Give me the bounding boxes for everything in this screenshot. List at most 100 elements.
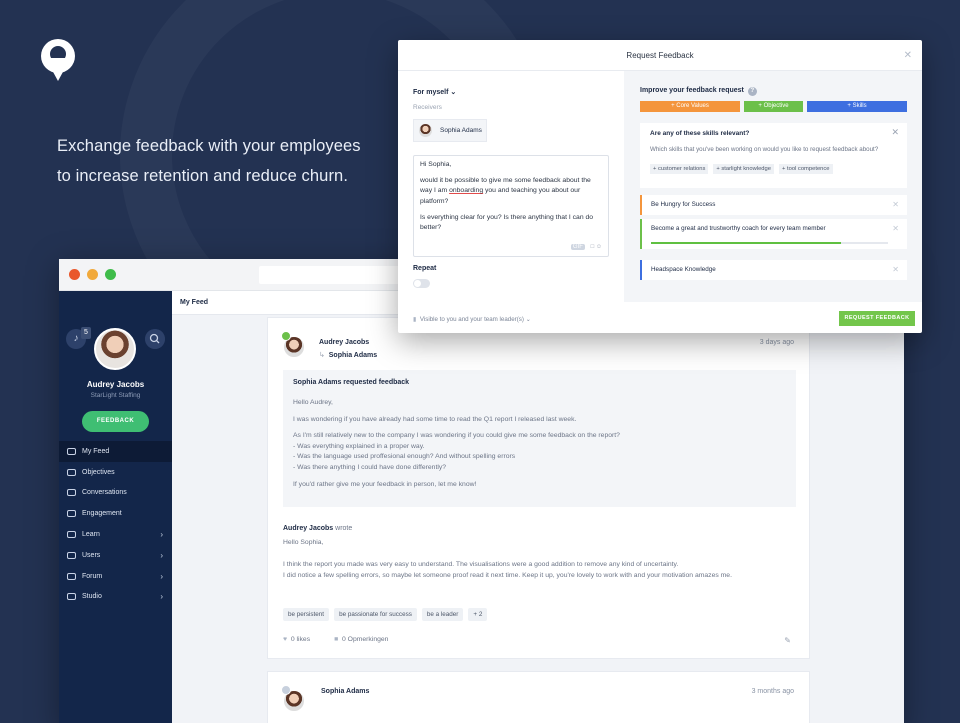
sidebar-nav: My Feed Objectives Conversations Engagement… <box>59 441 172 607</box>
feedback-button[interactable]: FEEDBACK <box>82 411 149 432</box>
help-icon[interactable]: ? <box>747 87 757 96</box>
conversations-icon <box>67 489 76 497</box>
sidebar-item-learn[interactable]: Learn › <box>59 524 172 545</box>
category-label: Skills <box>852 103 867 109</box>
skill-tag[interactable]: + customer relations <box>650 164 709 174</box>
emoji-icon[interactable]: ☺ <box>596 244 602 250</box>
goal-item[interactable]: Be Hungry for Success ✕ <box>640 195 907 215</box>
message-paragraph: would it be possible to give me some fee… <box>420 177 591 205</box>
page-title: My Feed <box>180 299 209 306</box>
comment-icon: ■ <box>334 636 339 643</box>
sidebar-item-label: Objectives <box>82 468 115 476</box>
reply-body: Hello Sophia, I think the report you mad… <box>283 537 793 581</box>
likes-count: 0 likes <box>290 636 311 643</box>
post-actions: ♥ 0 likes ■ 0 Opmerkingen <box>283 636 388 643</box>
feed-icon <box>67 447 76 455</box>
attach-icon[interactable]: □ <box>591 244 595 250</box>
sidebar-item-label: Conversations <box>82 489 127 497</box>
close-icon[interactable]: ✕ <box>892 260 899 280</box>
goal-label: Become a great and trustworthy coach for… <box>651 225 826 232</box>
improve-title: Improve your feedback request? <box>640 87 757 96</box>
post-author[interactable]: Sophia Adams <box>321 688 369 695</box>
skill-tags: + customer relations + starlight knowled… <box>650 164 833 174</box>
request-title: Sophia Adams requested feedback <box>293 379 410 386</box>
heart-icon: ♥ <box>283 636 288 643</box>
value-tag[interactable]: be passionate for success <box>334 608 417 621</box>
maximize-window-button[interactable] <box>105 269 116 280</box>
request-line: I was wondering if you have already had … <box>293 415 577 423</box>
visibility-text: Visible to you and your team leader(s) <box>419 316 524 323</box>
improve-panel: Improve your feedback request? + Core Va… <box>624 71 922 302</box>
close-icon[interactable]: ✕ <box>904 40 912 71</box>
misspelled-word: onboarding <box>449 187 484 195</box>
close-icon[interactable]: ✕ <box>892 195 899 215</box>
feedback-request-box: Sophia Adams requested feedback Hello Au… <box>283 370 796 507</box>
feed-post: Sophia Adams 3 months ago <box>267 671 810 723</box>
chevron-right-icon: › <box>160 550 163 560</box>
close-window-button[interactable] <box>69 269 80 280</box>
chevron-right-icon: › <box>160 530 163 540</box>
chevron-right-icon: › <box>160 592 163 602</box>
company-name: StarLight Staffing <box>90 392 141 399</box>
repeat-label: Repeat <box>413 265 437 272</box>
reply-author[interactable]: Audrey Jacobs <box>283 525 333 532</box>
user-avatar[interactable] <box>94 328 136 370</box>
sidebar-item-objectives[interactable]: Objectives <box>59 462 172 483</box>
gif-button[interactable]: GIF <box>570 243 585 250</box>
close-icon[interactable]: ✕ <box>891 127 899 138</box>
edit-icon[interactable]: ✎ <box>784 636 791 645</box>
sidebar-item-conversations[interactable]: Conversations <box>59 483 172 504</box>
request-greeting: Hello Audrey, <box>293 399 333 406</box>
minimize-window-button[interactable] <box>87 269 98 280</box>
message-textarea[interactable]: Hi Sophia, would it be possible to give … <box>413 155 609 257</box>
post-date: 3 days ago <box>759 339 794 346</box>
category-button-core-values[interactable]: + Core Values <box>640 101 740 112</box>
category-button-skills[interactable]: + Skills <box>807 101 907 112</box>
sidebar-item-studio[interactable]: Studio › <box>59 587 172 608</box>
repeat-toggle[interactable] <box>413 279 430 288</box>
goal-item[interactable]: Become a great and trustworthy coach for… <box>640 219 907 249</box>
target-icon <box>67 468 76 476</box>
hero-line-1: Exchange feedback with your employees <box>57 137 361 155</box>
like-button[interactable]: ♥ 0 likes <box>283 636 310 643</box>
modal-title: Request Feedback <box>626 51 694 60</box>
search-icon[interactable] <box>145 329 165 349</box>
visibility-dropdown[interactable]: ▮ Visible to you and your team leader(s)… <box>413 316 531 323</box>
value-tag[interactable]: be persistent <box>283 608 330 621</box>
sidebar-item-my-feed[interactable]: My Feed <box>59 441 172 462</box>
more-tags[interactable]: + 2 <box>468 608 488 621</box>
category-button-objective[interactable]: + Objective <box>744 101 803 112</box>
improve-title-text: Improve your feedback request <box>640 87 744 94</box>
sidebar-item-forum[interactable]: Forum › <box>59 566 172 587</box>
request-line: - Was there anything I could have done d… <box>293 463 447 471</box>
hero-line-2: to increase retention and reduce churn. <box>57 167 348 185</box>
for-myself-label: For myself <box>413 89 449 96</box>
sidebar-item-label: Engagement <box>82 510 122 518</box>
for-myself-dropdown[interactable]: For myself ⌄ <box>413 88 456 96</box>
receiver-chip[interactable]: Sophia Adams <box>413 119 487 142</box>
close-icon[interactable]: ✕ <box>892 219 899 239</box>
feedback-pin-icon <box>281 685 291 695</box>
sidebar-item-users[interactable]: Users › <box>59 545 172 566</box>
skills-question: Are any of these skills relevant? <box>650 130 750 137</box>
sidebar-item-label: Learn <box>82 531 100 539</box>
post-date: 3 months ago <box>751 688 794 695</box>
goal-item[interactable]: Headspace Knowledge ✕ <box>640 260 907 280</box>
post-receiver-name: Sophia Adams <box>328 352 378 359</box>
forum-icon <box>67 572 76 580</box>
skill-tag[interactable]: + starlight knowledge <box>713 164 774 174</box>
skill-tag[interactable]: + tool competence <box>778 164 833 174</box>
post-receiver[interactable]: ↳ Sophia Adams <box>319 351 377 359</box>
reply-line: I think the report you made was very eas… <box>283 561 679 568</box>
request-feedback-button[interactable]: REQUEST FEEDBACK <box>839 311 915 326</box>
goal-progress-fill <box>651 242 841 244</box>
category-label: Core Values <box>676 103 709 109</box>
sidebar-item-engagement[interactable]: Engagement <box>59 503 172 524</box>
value-tag[interactable]: be a leader <box>421 608 464 621</box>
comment-button[interactable]: ■ 0 Opmerkingen <box>334 636 388 643</box>
request-body: Hello Audrey, I was wondering if you hav… <box>293 398 783 496</box>
message-paragraph: Is everything clear for you? Is there an… <box>420 213 594 232</box>
post-author[interactable]: Audrey Jacobs <box>319 339 369 346</box>
reply-arrow-icon: ↳ <box>319 352 329 359</box>
address-bar[interactable] <box>259 266 409 284</box>
